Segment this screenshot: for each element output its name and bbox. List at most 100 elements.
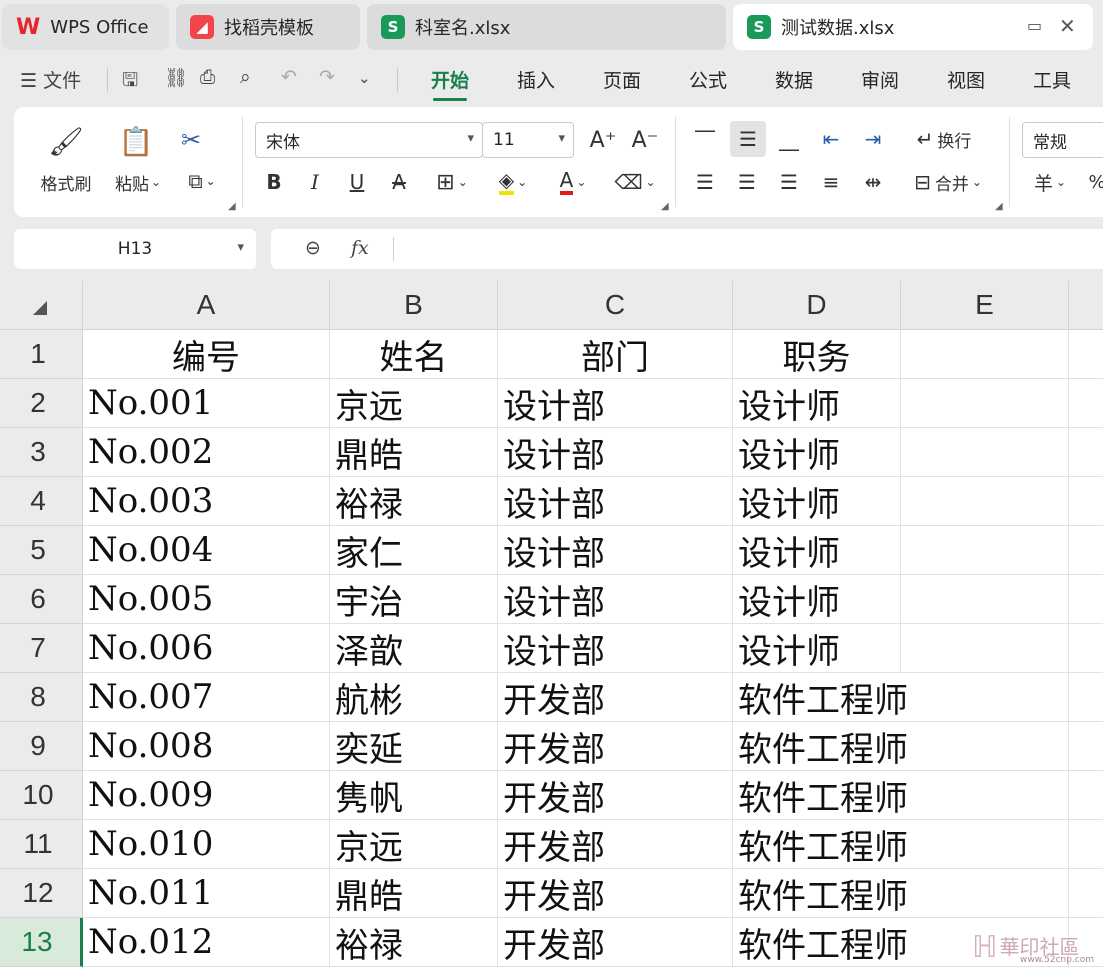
- header-cell[interactable]: 编号: [83, 330, 330, 379]
- tab-data[interactable]: 数据: [775, 66, 813, 93]
- table-cell[interactable]: 鼎皓: [330, 428, 498, 477]
- column-header-e[interactable]: E: [901, 281, 1069, 330]
- table-cell[interactable]: [901, 771, 1069, 820]
- table-cell[interactable]: 奕延: [330, 722, 498, 771]
- table-cell[interactable]: 设计部: [498, 477, 733, 526]
- close-tab-icon[interactable]: ✕: [1059, 14, 1076, 38]
- table-cell[interactable]: 设计部: [498, 428, 733, 477]
- row-header-6[interactable]: 6: [0, 575, 83, 624]
- table-cell[interactable]: 开发部: [498, 673, 733, 722]
- table-cell[interactable]: 京远: [330, 379, 498, 428]
- column-header-a[interactable]: A: [83, 281, 330, 330]
- number-format-select[interactable]: 常规: [1022, 122, 1103, 158]
- chevron-down-icon[interactable]: ▾: [237, 240, 244, 255]
- table-cell[interactable]: [1069, 379, 1103, 428]
- table-cell[interactable]: 家仁: [330, 526, 498, 575]
- table-cell[interactable]: [901, 869, 1069, 918]
- formula-bar[interactable]: ⊖ fx: [271, 229, 1103, 269]
- chevron-down-icon[interactable]: ⌄: [358, 69, 371, 87]
- table-cell[interactable]: 软件工程师: [733, 918, 908, 967]
- tab-page[interactable]: 页面: [603, 66, 641, 93]
- italic-icon[interactable]: I: [300, 167, 330, 197]
- table-cell[interactable]: [901, 673, 1069, 722]
- align-top-icon[interactable]: ⎺: [690, 123, 720, 155]
- table-cell[interactable]: 裕禄: [330, 477, 498, 526]
- header-cell[interactable]: 职务: [733, 330, 901, 379]
- link-icon[interactable]: ⛓: [164, 66, 188, 89]
- row-header-12[interactable]: 12: [0, 869, 83, 918]
- align-middle-icon[interactable]: ☰: [730, 121, 766, 157]
- window-mode-icon[interactable]: ▭: [1027, 16, 1042, 35]
- table-cell[interactable]: [1069, 673, 1103, 722]
- table-cell[interactable]: No.008: [83, 722, 330, 771]
- row-header-1[interactable]: 1: [0, 330, 83, 379]
- row-header-9[interactable]: 9: [0, 722, 83, 771]
- header-cell[interactable]: 部门: [498, 330, 733, 379]
- table-cell[interactable]: [901, 477, 1069, 526]
- decrease-font-size-icon[interactable]: A⁻: [630, 123, 660, 157]
- table-cell[interactable]: [1069, 820, 1103, 869]
- decrease-indent-icon[interactable]: ⇤: [816, 123, 846, 155]
- table-cell[interactable]: 软件工程师: [733, 673, 908, 722]
- table-cell[interactable]: 软件工程师: [733, 771, 908, 820]
- print-icon[interactable]: ⎙: [200, 66, 215, 88]
- align-center-icon[interactable]: ☰: [732, 167, 762, 197]
- alignment-dialog-launcher-icon[interactable]: ◢: [995, 201, 1003, 212]
- header-cell[interactable]: 姓名: [330, 330, 498, 379]
- table-cell[interactable]: 设计师: [733, 575, 901, 624]
- table-cell[interactable]: 设计部: [498, 575, 733, 624]
- cut-icon[interactable]: ✂: [174, 123, 208, 157]
- row-header-10[interactable]: 10: [0, 771, 83, 820]
- table-cell[interactable]: 航彬: [330, 673, 498, 722]
- font-color-icon[interactable]: A ⌄: [548, 167, 598, 197]
- table-cell[interactable]: [1069, 771, 1103, 820]
- insert-function-icon[interactable]: fx: [351, 237, 369, 259]
- tab-view[interactable]: 视图: [947, 66, 985, 93]
- table-cell[interactable]: 泽歆: [330, 624, 498, 673]
- save-icon[interactable]: 🖫: [122, 66, 138, 98]
- bold-icon[interactable]: B: [259, 167, 289, 197]
- format-painter-icon[interactable]: 🖌: [48, 123, 84, 159]
- row-header-3[interactable]: 3: [0, 428, 83, 477]
- table-cell[interactable]: No.007: [83, 673, 330, 722]
- table-cell[interactable]: [901, 575, 1069, 624]
- table-cell[interactable]: [1069, 526, 1103, 575]
- undo-icon[interactable]: ↶: [281, 66, 297, 88]
- font-dialog-launcher-icon[interactable]: ◢: [661, 201, 669, 212]
- table-cell[interactable]: 开发部: [498, 869, 733, 918]
- table-cell[interactable]: 设计师: [733, 428, 901, 477]
- file-menu-button[interactable]: ☰ 文件: [20, 66, 81, 93]
- header-cell[interactable]: [901, 330, 1069, 379]
- paste-icon[interactable]: 📋: [118, 123, 154, 159]
- table-cell[interactable]: 设计师: [733, 477, 901, 526]
- tab-insert[interactable]: 插入: [517, 66, 555, 93]
- column-header-b[interactable]: B: [330, 281, 498, 330]
- table-cell[interactable]: [1069, 869, 1103, 918]
- table-cell[interactable]: 裕禄: [330, 918, 498, 967]
- table-cell[interactable]: [901, 820, 1069, 869]
- table-cell[interactable]: [901, 624, 1069, 673]
- column-header-d[interactable]: D: [733, 281, 901, 330]
- table-cell[interactable]: [1069, 722, 1103, 771]
- table-cell[interactable]: 软件工程师: [733, 869, 908, 918]
- table-cell[interactable]: [1069, 477, 1103, 526]
- underline-icon[interactable]: U: [342, 167, 372, 197]
- row-header-5[interactable]: 5: [0, 526, 83, 575]
- tab-formulas[interactable]: 公式: [689, 66, 727, 93]
- table-cell[interactable]: No.004: [83, 526, 330, 575]
- table-cell[interactable]: 设计部: [498, 526, 733, 575]
- tab-keshiming-xlsx[interactable]: S 科室名.xlsx: [367, 4, 726, 50]
- select-all-corner[interactable]: [0, 281, 83, 330]
- table-cell[interactable]: [1069, 428, 1103, 477]
- tab-docer-templates[interactable]: ◢ 找稻壳模板: [176, 4, 360, 50]
- clear-format-icon[interactable]: ⌫ ⌄: [610, 167, 660, 197]
- table-cell[interactable]: No.001: [83, 379, 330, 428]
- table-cell[interactable]: 开发部: [498, 771, 733, 820]
- increase-font-size-icon[interactable]: A⁺: [588, 123, 618, 157]
- table-cell[interactable]: 设计部: [498, 379, 733, 428]
- table-cell[interactable]: No.002: [83, 428, 330, 477]
- copy-icon[interactable]: ⧉ ⌄: [178, 165, 226, 197]
- table-cell[interactable]: No.012: [83, 918, 330, 967]
- merge-cells-button[interactable]: ⊟ 合并 ⌄: [904, 167, 992, 197]
- table-cell[interactable]: [901, 379, 1069, 428]
